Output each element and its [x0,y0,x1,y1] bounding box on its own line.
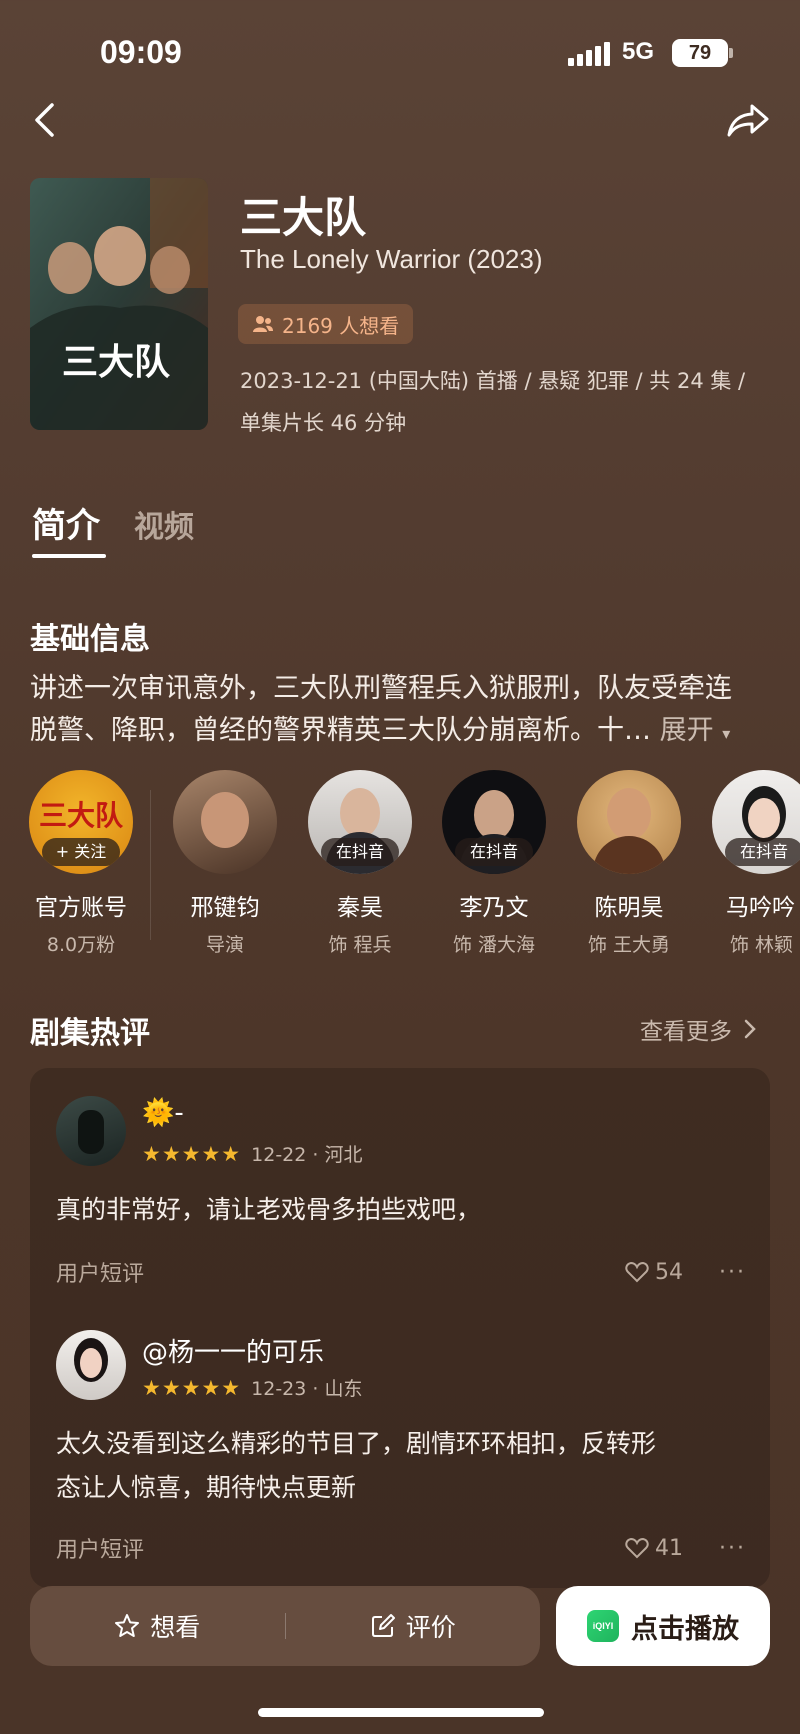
douyin-badge: 在抖音 [321,838,399,866]
review-meta: ★★★★★ 12-23 · 山东 [142,1374,362,1401]
see-more-link[interactable]: 查看更多 [640,1012,756,1046]
reviewer-name[interactable]: 🌞- [142,1098,184,1128]
more-options-icon[interactable]: ··· [719,1536,746,1561]
review-meta: ★★★★★ 12-22 · 河北 [142,1140,362,1167]
play-label: 点击播放 [631,1613,739,1645]
cast-role: 饰 潘大海 [452,934,536,956]
cast-official-account[interactable]: 三大队 + 关注 官方账号 8.0万粉 [16,770,146,957]
iqiyi-logo-icon: iQIYI [587,1610,619,1642]
rating-stars: ★★★★★ [142,1141,242,1166]
meta-line-2: 单集片长 46 分钟 [240,411,407,435]
synopsis-line-2: 脱警、降职，曾经的警界精英三大队分崩离析。十… [30,715,651,746]
cast-name: 马吟吟 [726,895,795,921]
rate-label: 评价 [405,1613,456,1642]
heart-icon[interactable] [625,1537,649,1559]
review-footer: 用户短评 41 ··· [56,1532,746,1564]
reviewer-name[interactable]: @杨一一的可乐 [142,1332,324,1369]
chevron-left-icon [35,103,54,137]
reviewer-avatar[interactable] [56,1096,126,1166]
reviews-card: 🌞- ★★★★★ 12-22 · 河北 真的非常好，请让老戏骨多拍些戏吧， 用户… [30,1068,770,1588]
poster-image[interactable]: 三大队 [30,178,208,430]
show-meta: 2023-12-21 (中国大陆) 首播 / 悬疑 犯罪 / 共 24 集 / … [240,360,770,444]
cast-name: 秦昊 [337,895,383,921]
rating-stars: ★★★★★ [142,1375,242,1400]
reviews-title: 剧集热评 [30,1016,150,1051]
meta-line-1: 2023-12-21 (中国大陆) 首播 / 悬疑 犯罪 / 共 24 集 / [240,369,746,393]
cast-role: 饰 林颖 [730,934,794,956]
share-button[interactable] [720,96,776,144]
english-title: The Lonely Warrior (2023) [240,244,543,274]
like-count: 54 [655,1259,684,1285]
cast-role: 导演 [205,934,244,956]
review-item[interactable]: @杨一一的可乐 ★★★★★ 12-23 · 山东 太久没看到这么精彩的节目了，剧… [56,1330,746,1580]
expand-button[interactable]: 展开 ▾ [660,715,731,746]
like-count: 41 [655,1535,684,1561]
review-footer: 用户短评 54 ··· [56,1256,746,1288]
tab-intro[interactable]: 简介 [32,498,100,547]
status-time: 09:09 [100,34,182,70]
cast-qinhao[interactable]: 在抖音 秦昊 饰 程兵 [295,770,425,957]
linaiwen-avatar: 在抖音 [442,770,546,874]
official-account-avatar: 三大队 + 关注 [29,770,133,874]
reviewer-avatar[interactable] [56,1330,126,1400]
cast-divider [150,790,151,940]
signal-icon [568,42,610,66]
director-avatar [173,770,277,874]
cast-director[interactable]: 邢键钧 导演 [160,770,290,957]
synopsis-line-1: 讲述一次审讯意外，三大队刑警程兵入狱服刑，队友受牵连 [30,673,732,704]
chevron-right-icon [744,1019,756,1039]
qinhao-avatar: 在抖音 [308,770,412,874]
follow-button[interactable]: + 关注 [42,838,120,866]
rate-button[interactable]: 评价 [286,1586,541,1666]
review-text: 真的非常好，请让老戏骨多拍些戏吧， [56,1195,482,1224]
cast-chenminghao[interactable]: 陈明昊 饰 王大勇 [564,770,694,957]
want-count-badge: 2169 人想看 [238,304,414,344]
bottom-action-bar: 想看 评价 [30,1586,540,1666]
edit-icon [371,1614,395,1637]
review-tag: 用户短评 [56,1262,145,1287]
review-tag: 用户短评 [56,1538,145,1563]
tab-underline [32,554,106,558]
heart-icon[interactable] [625,1261,649,1283]
review-item[interactable]: 🌞- ★★★★★ 12-22 · 河北 真的非常好，请让老戏骨多拍些戏吧， 用户… [56,1096,746,1296]
share-icon [727,104,769,137]
want-button[interactable]: 想看 [30,1586,285,1666]
cast-role: 饰 王大勇 [587,934,671,956]
play-button[interactable]: iQIYI 点击播放 [556,1586,770,1666]
cast-name: 官方账号 [35,895,127,921]
star-icon [115,1614,140,1637]
want-label: 想看 [150,1613,201,1642]
tab-video[interactable]: 视频 [134,502,194,546]
cast-name: 邢键钧 [190,895,260,921]
battery-nub [729,48,733,58]
douyin-badge: 在抖音 [725,838,800,866]
more-options-icon[interactable]: ··· [719,1260,746,1285]
want-count: 2169 人想看 [282,313,400,338]
review-date: 12-22 · 河北 [251,1144,363,1166]
network-label: 5G [622,38,655,65]
poster-title: 三大队 [62,341,171,383]
cast-mayinyin[interactable]: 在抖音 马吟吟 饰 林颖 [700,770,800,957]
battery-icon: 79 [672,39,728,67]
cast-name: 李乃文 [459,895,529,921]
douyin-badge: 在抖音 [455,838,533,866]
home-indicator[interactable] [258,1708,544,1717]
review-date: 12-23 · 山东 [251,1378,363,1400]
chenminghao-avatar [577,770,681,874]
synopsis[interactable]: 讲述一次审讯意外，三大队刑警程兵入狱服刑，队友受牵连 脱警、降职，曾经的警界精英… [30,668,770,755]
back-button[interactable] [24,96,64,144]
page-title: 三大队 [240,193,367,242]
mayinyin-avatar: 在抖音 [712,770,800,874]
cast-role: 饰 程兵 [328,934,392,956]
basic-info-title: 基础信息 [30,622,150,657]
review-text: 太久没看到这么精彩的节目了，剧情环环相扣，反转形 态让人惊喜，期待快点更新 [56,1429,657,1502]
cast-linaiwen[interactable]: 在抖音 李乃文 饰 潘大海 [429,770,559,957]
users-icon [253,316,273,332]
cast-name: 陈明昊 [594,895,664,921]
cast-role: 8.0万粉 [46,934,116,956]
see-more-label: 查看更多 [640,1019,732,1045]
